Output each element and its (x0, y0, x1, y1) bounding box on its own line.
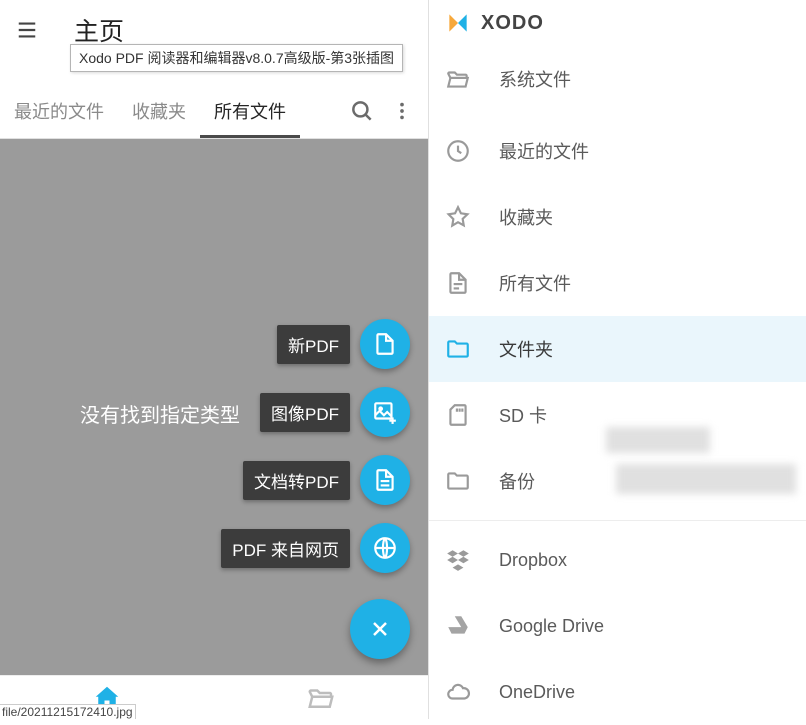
content-area: 没有找到指定类型 新PDF 图像PDF 文档转PDF (0, 139, 428, 719)
folder-open-icon (445, 66, 471, 92)
fab-row-doc-to-pdf: 文档转PDF (243, 455, 410, 505)
fab-row-new-pdf: 新PDF (277, 319, 410, 369)
image-plus-icon (372, 399, 398, 425)
nav-item-gdrive[interactable]: Google Drive (429, 593, 806, 659)
nav-label: 最近的文件 (499, 138, 589, 164)
page-title: 主页 (74, 12, 124, 48)
bottom-nav-folder[interactable] (214, 683, 428, 713)
logo-icon (445, 10, 471, 36)
nav-item-onedrive[interactable]: OneDrive (429, 659, 806, 725)
file-icon (445, 270, 471, 296)
sd-card-icon (445, 402, 471, 428)
nav-item-recent[interactable]: 最近的文件 (429, 118, 806, 184)
folder-icon (445, 336, 471, 362)
doc-lines-icon (372, 467, 398, 493)
close-icon (368, 617, 392, 641)
redacted-meta (616, 464, 796, 494)
nav-item-favorites[interactable]: 收藏夹 (429, 184, 806, 250)
fab-label-new-pdf: 新PDF (277, 325, 350, 364)
fab-label-image-pdf: 图像PDF (260, 393, 350, 432)
tab-recent[interactable]: 最近的文件 (0, 84, 118, 138)
fab-label-pdf-from-web: PDF 来自网页 (221, 529, 350, 568)
nav-label: 收藏夹 (499, 204, 553, 230)
clock-icon (445, 138, 471, 164)
cloud-icon (445, 679, 471, 705)
globe-icon (372, 535, 398, 561)
nav-item-all[interactable]: 所有文件 (429, 250, 806, 316)
nav-label: 所有文件 (499, 270, 571, 296)
redacted-meta (606, 427, 710, 453)
gdrive-icon (445, 613, 471, 639)
nav-label: 备份 (499, 468, 535, 494)
url-fragment: file/20211215172410.jpg (0, 704, 136, 719)
dropbox-icon (445, 547, 471, 573)
nav-label: Google Drive (499, 616, 604, 637)
search-button[interactable] (342, 91, 382, 131)
fab-row-pdf-from-web: PDF 来自网页 (221, 523, 410, 573)
empty-state-text: 没有找到指定类型 (80, 399, 240, 428)
nav-label: SD 卡 (499, 402, 547, 428)
nav-label: Dropbox (499, 550, 567, 571)
nav-list: 系统文件 最近的文件 收藏夹 所有文件 文件夹 SD 卡 (429, 46, 806, 725)
fab-pdf-from-web-button[interactable] (360, 523, 410, 573)
document-icon (372, 331, 398, 357)
tab-all-files[interactable]: 所有文件 (200, 84, 300, 138)
more-button[interactable] (382, 91, 422, 131)
fab-new-pdf-button[interactable] (360, 319, 410, 369)
brand-row: XODO (429, 0, 806, 46)
nav-item-folders[interactable]: 文件夹 (429, 316, 806, 382)
nav-item-dropbox[interactable]: Dropbox (429, 527, 806, 593)
tabs-row: 最近的文件 收藏夹 所有文件 (0, 84, 428, 139)
fab-label-doc-to-pdf: 文档转PDF (243, 461, 350, 500)
tooltip: Xodo PDF 阅读器和编辑器v8.0.7高级版-第3张插图 (70, 44, 403, 72)
nav-item-system[interactable]: 系统文件 (429, 46, 806, 112)
nav-label: 系统文件 (499, 66, 571, 92)
nav-label: OneDrive (499, 682, 575, 703)
fab-close-button[interactable] (350, 599, 410, 659)
fab-row-image-pdf: 图像PDF (260, 387, 410, 437)
folder-open-icon (306, 683, 336, 713)
nav-label: 文件夹 (499, 336, 553, 362)
star-icon (445, 204, 471, 230)
fab-doc-to-pdf-button[interactable] (360, 455, 410, 505)
brand-name: XODO (481, 12, 544, 35)
folder-icon (445, 468, 471, 494)
fab-stack: 新PDF 图像PDF 文档转PDF (221, 319, 410, 659)
hamburger-icon[interactable] (14, 19, 40, 41)
tab-favorites[interactable]: 收藏夹 (118, 84, 200, 138)
fab-image-pdf-button[interactable] (360, 387, 410, 437)
nav-divider (429, 520, 806, 521)
